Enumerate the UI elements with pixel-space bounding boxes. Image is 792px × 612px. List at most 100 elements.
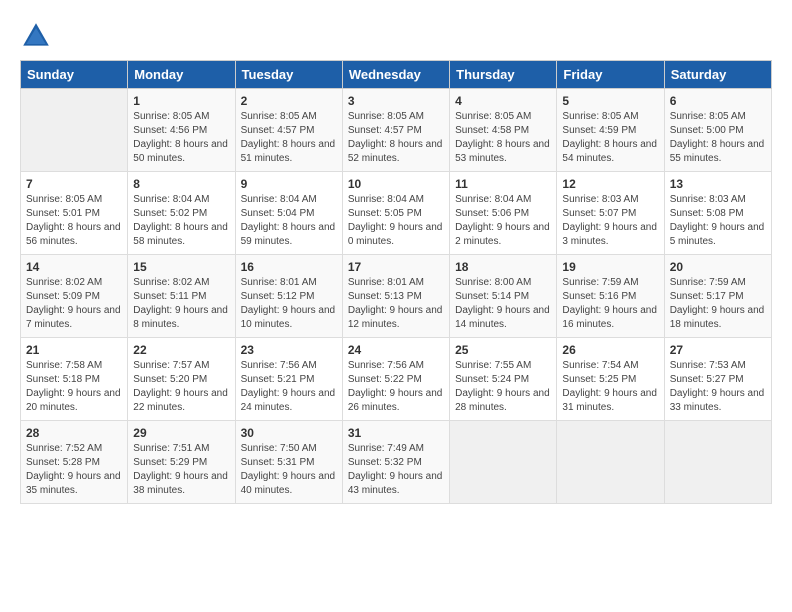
calendar-cell: 24Sunrise: 7:56 AMSunset: 5:22 PMDayligh…	[342, 338, 449, 421]
day-info: Sunrise: 7:56 AMSunset: 5:22 PMDaylight:…	[348, 359, 444, 415]
calendar-cell: 8 Sunrise: 8:04 AMSunset: 5:02 PMDaylight…	[128, 172, 235, 255]
calendar-cell: 29 Sunrise: 7:51 AMSunset: 5:29 PMDayligh…	[128, 421, 235, 504]
day-number: 7	[26, 177, 122, 191]
calendar-cell: 17Sunrise: 8:01 AMSunset: 5:13 PMDayligh…	[342, 255, 449, 338]
calendar-cell: 4Sunrise: 8:05 AMSunset: 4:58 PMDaylight…	[450, 89, 557, 172]
day-number: 19	[562, 260, 658, 274]
calendar-cell: 3 Sunrise: 8:05 AMSunset: 4:57 PMDaylight…	[342, 89, 449, 172]
day-info: Sunrise: 8:05 AMSunset: 4:57 PMDaylight:…	[348, 110, 444, 166]
day-number: 2	[241, 94, 337, 108]
day-number: 9	[241, 177, 337, 191]
weekday-header-saturday: Saturday	[664, 61, 771, 89]
weekday-header-row: SundayMondayTuesdayWednesdayThursdayFrid…	[21, 61, 772, 89]
calendar-cell	[557, 421, 664, 504]
day-info: Sunrise: 8:04 AMSunset: 5:05 PMDaylight:…	[348, 193, 444, 249]
day-number: 18	[455, 260, 551, 274]
day-number: 3	[348, 94, 444, 108]
calendar-cell: 27 Sunrise: 7:53 AMSunset: 5:27 PMDayligh…	[664, 338, 771, 421]
calendar-cell: 7 Sunrise: 8:05 AMSunset: 5:01 PMDaylight…	[21, 172, 128, 255]
day-number: 29	[133, 426, 229, 440]
day-info: Sunrise: 8:02 AMSunset: 5:11 PMDaylight:…	[133, 276, 229, 332]
calendar-cell: 28Sunrise: 7:52 AMSunset: 5:28 PMDayligh…	[21, 421, 128, 504]
day-info: Sunrise: 8:05 AMSunset: 4:57 PMDaylight:…	[241, 110, 337, 166]
calendar-cell: 5 Sunrise: 8:05 AMSunset: 4:59 PMDaylight…	[557, 89, 664, 172]
day-number: 30	[241, 426, 337, 440]
day-number: 5	[562, 94, 658, 108]
calendar-cell: 1 Sunrise: 8:05 AMSunset: 4:56 PMDaylight…	[128, 89, 235, 172]
day-number: 27	[670, 343, 766, 357]
day-number: 16	[241, 260, 337, 274]
calendar-cell: 21 Sunrise: 7:58 AMSunset: 5:18 PMDayligh…	[21, 338, 128, 421]
day-info: Sunrise: 8:03 AMSunset: 5:07 PMDaylight:…	[562, 193, 658, 249]
day-number: 6	[670, 94, 766, 108]
calendar-cell: 22 Sunrise: 7:57 AMSunset: 5:20 PMDayligh…	[128, 338, 235, 421]
day-info: Sunrise: 7:55 AMSunset: 5:24 PMDaylight:…	[455, 359, 551, 415]
day-info: Sunrise: 7:57 AMSunset: 5:20 PMDaylight:…	[133, 359, 229, 415]
day-info: Sunrise: 8:04 AMSunset: 5:04 PMDaylight:…	[241, 193, 337, 249]
calendar-cell: 10 Sunrise: 8:04 AMSunset: 5:05 PMDayligh…	[342, 172, 449, 255]
day-info: Sunrise: 7:54 AMSunset: 5:25 PMDaylight:…	[562, 359, 658, 415]
day-number: 14	[26, 260, 122, 274]
calendar-cell: 16 Sunrise: 8:01 AMSunset: 5:12 PMDayligh…	[235, 255, 342, 338]
day-info: Sunrise: 7:58 AMSunset: 5:18 PMDaylight:…	[26, 359, 122, 415]
calendar-cell: 25 Sunrise: 7:55 AMSunset: 5:24 PMDayligh…	[450, 338, 557, 421]
day-number: 22	[133, 343, 229, 357]
day-number: 23	[241, 343, 337, 357]
calendar-cell: 2 Sunrise: 8:05 AMSunset: 4:57 PMDaylight…	[235, 89, 342, 172]
weekday-header-sunday: Sunday	[21, 61, 128, 89]
calendar-week-row: 28Sunrise: 7:52 AMSunset: 5:28 PMDayligh…	[21, 421, 772, 504]
day-number: 10	[348, 177, 444, 191]
day-info: Sunrise: 8:01 AMSunset: 5:12 PMDaylight:…	[241, 276, 337, 332]
day-info: Sunrise: 8:01 AMSunset: 5:13 PMDaylight:…	[348, 276, 444, 332]
day-info: Sunrise: 7:56 AMSunset: 5:21 PMDaylight:…	[241, 359, 337, 415]
calendar-cell: 6Sunrise: 8:05 AMSunset: 5:00 PMDaylight…	[664, 89, 771, 172]
calendar-cell: 30 Sunrise: 7:50 AMSunset: 5:31 PMDayligh…	[235, 421, 342, 504]
day-info: Sunrise: 7:50 AMSunset: 5:31 PMDaylight:…	[241, 442, 337, 498]
calendar-cell: 15 Sunrise: 8:02 AMSunset: 5:11 PMDayligh…	[128, 255, 235, 338]
calendar-cell: 20Sunrise: 7:59 AMSunset: 5:17 PMDayligh…	[664, 255, 771, 338]
day-number: 1	[133, 94, 229, 108]
day-info: Sunrise: 8:05 AMSunset: 4:58 PMDaylight:…	[455, 110, 551, 166]
calendar-week-row: 7 Sunrise: 8:05 AMSunset: 5:01 PMDaylight…	[21, 172, 772, 255]
calendar-cell: 13Sunrise: 8:03 AMSunset: 5:08 PMDayligh…	[664, 172, 771, 255]
page-header	[20, 20, 772, 52]
calendar-cell: 12 Sunrise: 8:03 AMSunset: 5:07 PMDayligh…	[557, 172, 664, 255]
day-info: Sunrise: 8:05 AMSunset: 5:01 PMDaylight:…	[26, 193, 122, 249]
day-number: 13	[670, 177, 766, 191]
calendar-cell: 14Sunrise: 8:02 AMSunset: 5:09 PMDayligh…	[21, 255, 128, 338]
weekday-header-friday: Friday	[557, 61, 664, 89]
day-info: Sunrise: 8:04 AMSunset: 5:06 PMDaylight:…	[455, 193, 551, 249]
calendar-week-row: 1 Sunrise: 8:05 AMSunset: 4:56 PMDaylight…	[21, 89, 772, 172]
day-info: Sunrise: 7:53 AMSunset: 5:27 PMDaylight:…	[670, 359, 766, 415]
calendar-cell	[21, 89, 128, 172]
calendar-cell	[450, 421, 557, 504]
logo	[20, 20, 56, 52]
calendar-cell: 26 Sunrise: 7:54 AMSunset: 5:25 PMDayligh…	[557, 338, 664, 421]
calendar-cell: 31Sunrise: 7:49 AMSunset: 5:32 PMDayligh…	[342, 421, 449, 504]
day-info: Sunrise: 7:51 AMSunset: 5:29 PMDaylight:…	[133, 442, 229, 498]
day-info: Sunrise: 8:00 AMSunset: 5:14 PMDaylight:…	[455, 276, 551, 332]
day-number: 21	[26, 343, 122, 357]
calendar-table: SundayMondayTuesdayWednesdayThursdayFrid…	[20, 60, 772, 504]
day-number: 8	[133, 177, 229, 191]
calendar-cell: 11Sunrise: 8:04 AMSunset: 5:06 PMDayligh…	[450, 172, 557, 255]
calendar-cell	[664, 421, 771, 504]
logo-icon	[20, 20, 52, 52]
day-number: 25	[455, 343, 551, 357]
calendar-week-row: 14Sunrise: 8:02 AMSunset: 5:09 PMDayligh…	[21, 255, 772, 338]
day-info: Sunrise: 7:59 AMSunset: 5:17 PMDaylight:…	[670, 276, 766, 332]
day-number: 26	[562, 343, 658, 357]
day-info: Sunrise: 8:04 AMSunset: 5:02 PMDaylight:…	[133, 193, 229, 249]
day-number: 15	[133, 260, 229, 274]
day-number: 28	[26, 426, 122, 440]
day-number: 31	[348, 426, 444, 440]
day-number: 12	[562, 177, 658, 191]
calendar-week-row: 21 Sunrise: 7:58 AMSunset: 5:18 PMDayligh…	[21, 338, 772, 421]
day-info: Sunrise: 8:05 AMSunset: 4:56 PMDaylight:…	[133, 110, 229, 166]
weekday-header-thursday: Thursday	[450, 61, 557, 89]
calendar-cell: 18 Sunrise: 8:00 AMSunset: 5:14 PMDayligh…	[450, 255, 557, 338]
calendar-cell: 9 Sunrise: 8:04 AMSunset: 5:04 PMDaylight…	[235, 172, 342, 255]
weekday-header-wednesday: Wednesday	[342, 61, 449, 89]
day-info: Sunrise: 8:05 AMSunset: 4:59 PMDaylight:…	[562, 110, 658, 166]
calendar-cell: 23 Sunrise: 7:56 AMSunset: 5:21 PMDayligh…	[235, 338, 342, 421]
